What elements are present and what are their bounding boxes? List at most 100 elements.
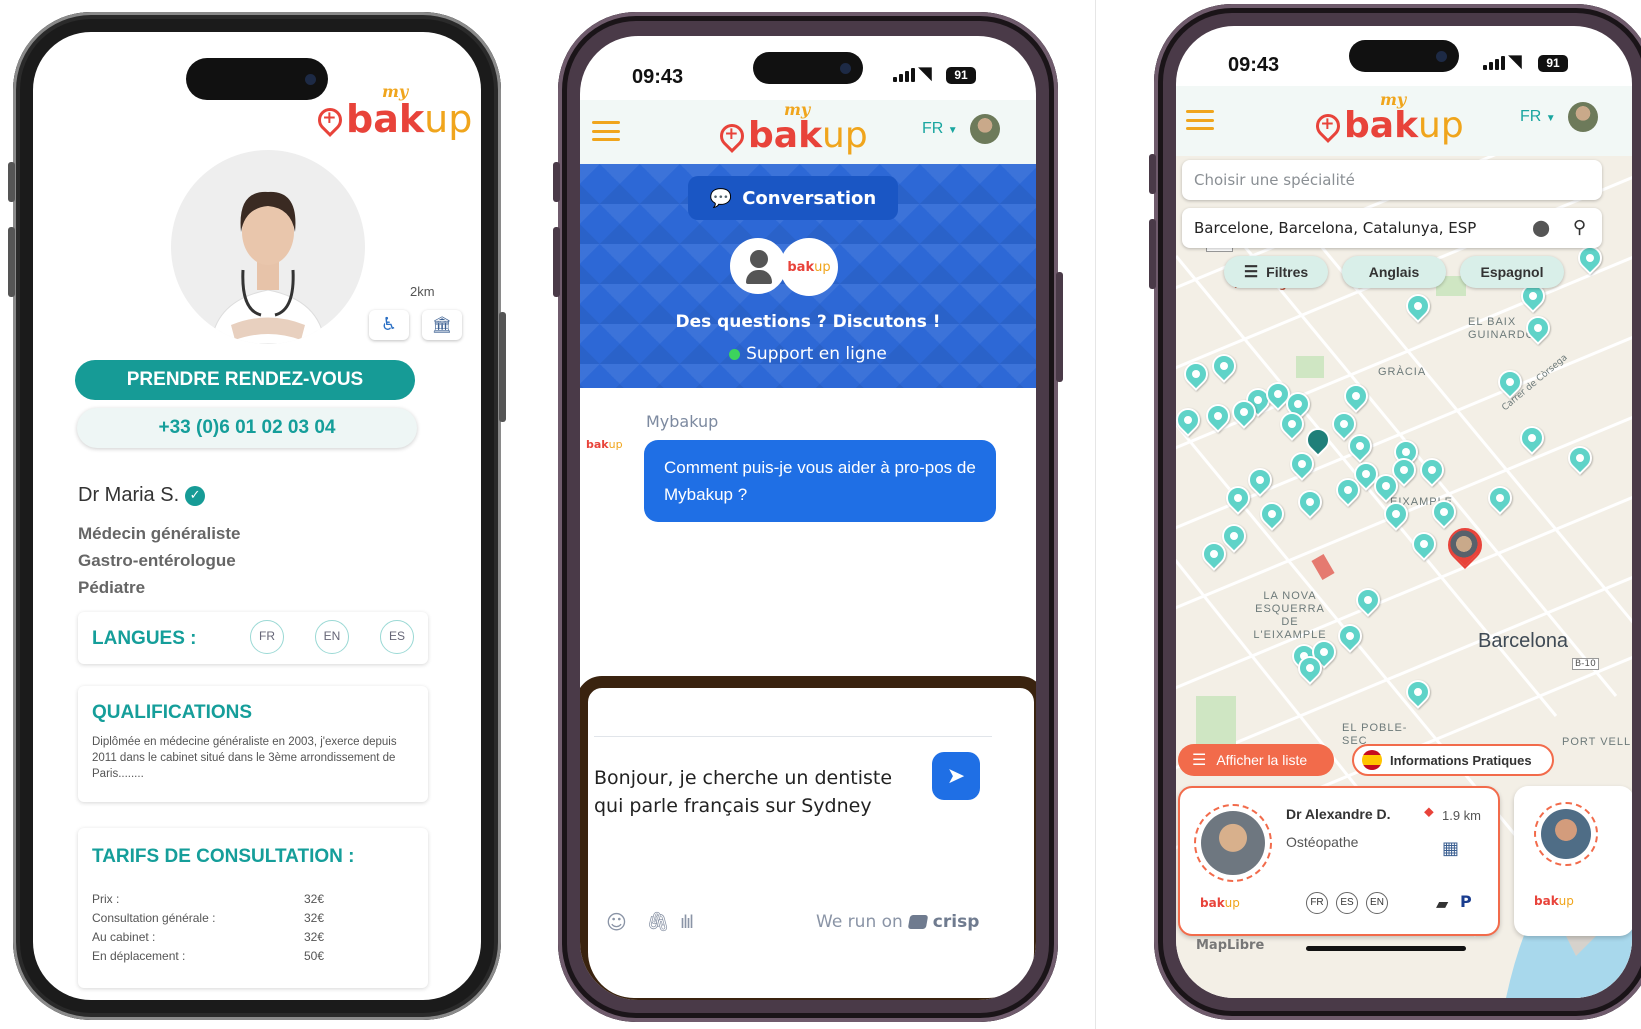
tarif-row: Consultation générale : 32€ xyxy=(92,911,328,925)
chat-header: my bakup FR ▼ xyxy=(580,100,1036,164)
caret-down-icon: ▼ xyxy=(947,125,958,136)
filter-chip-espagnol[interactable]: Espagnol xyxy=(1460,256,1564,288)
list-icon: ☰ xyxy=(1192,752,1207,769)
user-avatar[interactable] xyxy=(1568,102,1598,132)
tarif-label: Consultation générale : xyxy=(92,911,216,925)
menu-icon[interactable] xyxy=(1186,110,1214,130)
phone-button[interactable]: +33 (0)6 01 02 03 04 xyxy=(77,408,417,448)
app-screenshots-collage: my bakup 2km ♿ 🏛 xyxy=(0,0,1641,1029)
composer-highlight xyxy=(580,676,1036,1000)
logo-bak: bak xyxy=(1344,105,1419,146)
crisp-logo-icon xyxy=(907,915,929,929)
map-attribution: MapLibre xyxy=(1196,938,1265,953)
logo-pin-icon xyxy=(715,119,749,153)
show-list-button[interactable]: ☰ Afficher la liste xyxy=(1178,744,1334,776)
send-button[interactable]: ➤ xyxy=(932,752,980,800)
calendar-icon[interactable]: ▦ xyxy=(1442,838,1459,859)
specialty-placeholder: Choisir une spécialité xyxy=(1194,171,1355,189)
logo-pin-icon xyxy=(1311,109,1345,143)
location-pin-icon[interactable]: ⬤ xyxy=(1532,208,1550,248)
emoji-icon[interactable]: ☺ xyxy=(606,910,627,934)
agent-avatar xyxy=(730,238,786,294)
specialty-select[interactable]: Choisir une spécialité xyxy=(1182,160,1602,200)
signal-icon xyxy=(1483,56,1505,70)
specialty-item: Pédiatre xyxy=(78,578,146,597)
voice-note-icon[interactable]: ılıl xyxy=(680,912,694,933)
logo-bak: bak xyxy=(346,97,425,141)
wifi-icon: ◥ xyxy=(1508,51,1522,72)
languages-title: LANGUES : xyxy=(92,628,197,649)
wifi-icon: ◥ xyxy=(918,63,932,84)
distance-pin-icon: ⬥ xyxy=(1424,804,1434,820)
tarif-row: Au cabinet : 32€ xyxy=(92,930,328,944)
tarif-value: 32€ xyxy=(304,930,325,944)
language-chip-es: ES xyxy=(380,620,414,654)
location-value: Barcelone, Barcelona, Catalunya, ESP xyxy=(1194,219,1477,237)
sender-name: Mybakup xyxy=(646,412,719,431)
online-dot-icon xyxy=(729,348,741,360)
dynamic-island xyxy=(186,58,328,100)
doctor-card-next[interactable]: bakup xyxy=(1514,786,1632,936)
map-label-gracia: GRÀCIA xyxy=(1378,366,1427,378)
book-appointment-button[interactable]: PRENDRE RENDEZ-VOUS xyxy=(75,360,415,400)
menu-icon[interactable] xyxy=(592,121,620,141)
logo-up: up xyxy=(424,97,473,141)
side-button xyxy=(8,162,15,202)
doctor-card-brand-up: up xyxy=(1558,894,1574,908)
tarif-row: Prix : 32€ xyxy=(92,892,328,906)
accessibility-badge[interactable]: ♿ xyxy=(369,310,409,340)
bot-avatar-logo-up: up xyxy=(814,259,831,275)
map-label-barcelona: Barcelona xyxy=(1478,630,1569,652)
tarif-row: En déplacement : 50€ xyxy=(92,949,328,963)
public-building-badge[interactable]: 🏛 xyxy=(422,310,462,340)
dynamic-island xyxy=(1349,40,1459,72)
person-silhouette-icon xyxy=(746,250,772,284)
message-input[interactable]: Bonjour, je cherche un dentiste qui parl… xyxy=(594,764,924,820)
status-time: 09:43 xyxy=(1228,54,1280,76)
doctor-card-language-chip: ES xyxy=(1336,892,1358,914)
conversation-tab[interactable]: 💬 Conversation xyxy=(688,176,898,220)
panel-separator xyxy=(1095,0,1096,1029)
chat-banner: 💬 Conversation bak up Des questions ? Dis… xyxy=(580,164,1036,388)
qualifications-title: QUALIFICATIONS xyxy=(92,702,253,723)
doctor-name-row: Dr Maria S. ✓ xyxy=(78,484,206,507)
payment-cash-icon: ▰ xyxy=(1436,894,1449,913)
distance-label: 2km xyxy=(410,284,435,299)
specialty-item: Gastro-entérologue xyxy=(78,551,236,570)
logo-my: my xyxy=(1380,90,1407,109)
doctor-card-photo xyxy=(1534,802,1598,866)
volume-up-button xyxy=(8,227,15,297)
language-selector[interactable]: FR ▼ xyxy=(922,120,958,138)
doctor-card-language-chip: EN xyxy=(1366,892,1388,914)
language-value: FR xyxy=(1520,108,1542,125)
attachment-icon[interactable]: 🖇 xyxy=(646,910,670,933)
doctor-card-distance: 1.9 km xyxy=(1442,808,1482,823)
chat-bubbles-icon: 💬 xyxy=(709,187,733,209)
sender-avatar-logo-up: up xyxy=(608,438,623,451)
logo-up: up xyxy=(822,115,868,156)
brand-logo: my bakup xyxy=(1311,92,1464,146)
filter-chip-anglais[interactable]: Anglais xyxy=(1342,256,1446,288)
language-selector[interactable]: FR ▼ xyxy=(1520,108,1556,126)
doctor-card-brand: bakup xyxy=(1200,896,1240,910)
send-arrow-icon: ➤ xyxy=(946,763,966,788)
tarif-value: 32€ xyxy=(304,892,325,906)
doctor-card[interactable]: Dr Alexandre D. Ostéopathe ⬥ 1.9 km ▦ ba… xyxy=(1178,786,1500,936)
filter-chip-label: Anglais xyxy=(1368,264,1420,280)
qualifications-card: QUALIFICATIONS Diplômée en médecine géné… xyxy=(78,686,428,802)
search-icon[interactable]: ⚲ xyxy=(1573,208,1586,248)
signal-icon xyxy=(893,68,915,82)
map-label-nova-esquerra: LA NOVA ESQUERRA DE L'EIXAMPLE xyxy=(1253,590,1327,641)
user-avatar[interactable] xyxy=(970,114,1000,144)
tarifs-title: TARIFS DE CONSULTATION : xyxy=(92,846,355,867)
spain-flag-icon xyxy=(1362,750,1382,770)
language-chip-fr: FR xyxy=(250,620,284,654)
brand-logo: my bakup xyxy=(313,84,473,141)
powered-by[interactable]: We run on crisp xyxy=(816,912,979,932)
location-search[interactable]: Barcelone, Barcelona, Catalunya, ESP ⬤ ⚲ xyxy=(1182,208,1602,248)
profile-screen: my bakup 2km ♿ 🏛 xyxy=(33,32,481,1000)
practical-info-button[interactable]: Informations Pratiques xyxy=(1352,744,1554,776)
filters-chip[interactable]: ☰ Filtres xyxy=(1224,256,1328,288)
specialty-list: Médecin généraliste Gastro-entérologue P… xyxy=(78,520,241,601)
doctor-card-brand-bak: bak xyxy=(1534,894,1559,908)
